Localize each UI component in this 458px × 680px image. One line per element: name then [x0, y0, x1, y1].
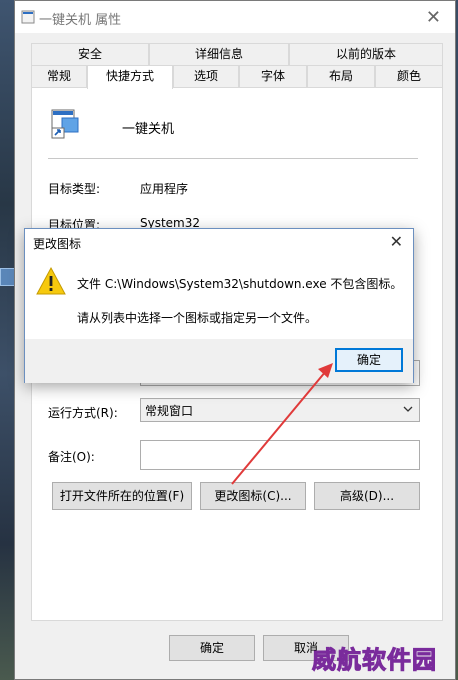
- tab-colors[interactable]: 颜色: [375, 65, 443, 87]
- dialog-close-icon[interactable]: ✕: [390, 232, 403, 251]
- tab-previous-versions[interactable]: 以前的版本: [289, 43, 443, 65]
- warning-icon: [36, 266, 66, 295]
- run-select[interactable]: 常规窗口: [140, 398, 420, 422]
- change-icon-dialog: 更改图标 ✕ 文件 C:\Windows\System32\shutdown.e…: [24, 228, 414, 383]
- shortcut-name: 一键关机: [122, 122, 175, 137]
- close-icon[interactable]: ✕: [426, 7, 441, 28]
- tab-row-top: 安全 详细信息 以前的版本: [31, 43, 443, 65]
- run-select-value: 常规窗口: [145, 404, 194, 418]
- window-title: 一键关机 属性: [39, 13, 122, 28]
- comment-input[interactable]: [140, 440, 420, 470]
- target-type-label: 目标类型:: [48, 182, 101, 196]
- open-location-button[interactable]: 打开文件所在的位置(F): [52, 482, 192, 510]
- ok-button[interactable]: 确定: [169, 635, 255, 661]
- dialog-ok-button[interactable]: 确定: [335, 348, 403, 372]
- dialog-message-primary: 文件 C:\Windows\System32\shutdown.exe 不包含图…: [77, 277, 403, 291]
- comment-label: 备注(O):: [48, 450, 95, 464]
- tab-security[interactable]: 安全: [31, 43, 149, 65]
- target-type-value: 应用程序: [140, 182, 189, 196]
- watermark-logo: 威航软件园: [312, 646, 437, 675]
- shortcut-icon: [51, 109, 79, 139]
- tab-options[interactable]: 选项: [173, 65, 239, 87]
- dialog-title: 更改图标: [33, 237, 82, 251]
- dropdown-chevron-icon: [403, 406, 413, 412]
- run-label: 运行方式(R):: [48, 406, 118, 420]
- title-bar: 一键关机 属性 ✕: [15, 1, 455, 33]
- tab-row-bottom: 常规 快捷方式 选项 字体 布局 颜色: [31, 65, 443, 89]
- change-icon-button[interactable]: 更改图标(C)...: [200, 482, 306, 510]
- dialog-message-secondary: 请从列表中选择一个图标或指定另一个文件。: [77, 311, 318, 325]
- tab-general[interactable]: 常规: [31, 65, 87, 87]
- tab-details[interactable]: 详细信息: [149, 43, 289, 65]
- tab-shortcut[interactable]: 快捷方式: [87, 65, 173, 89]
- dialog-footer: 确定: [25, 339, 413, 383]
- advanced-button[interactable]: 高级(D)...: [314, 482, 420, 510]
- tab-font[interactable]: 字体: [239, 65, 307, 87]
- tab-layout[interactable]: 布局: [307, 65, 375, 87]
- app-title-icon: [21, 10, 35, 24]
- divider: [48, 158, 418, 159]
